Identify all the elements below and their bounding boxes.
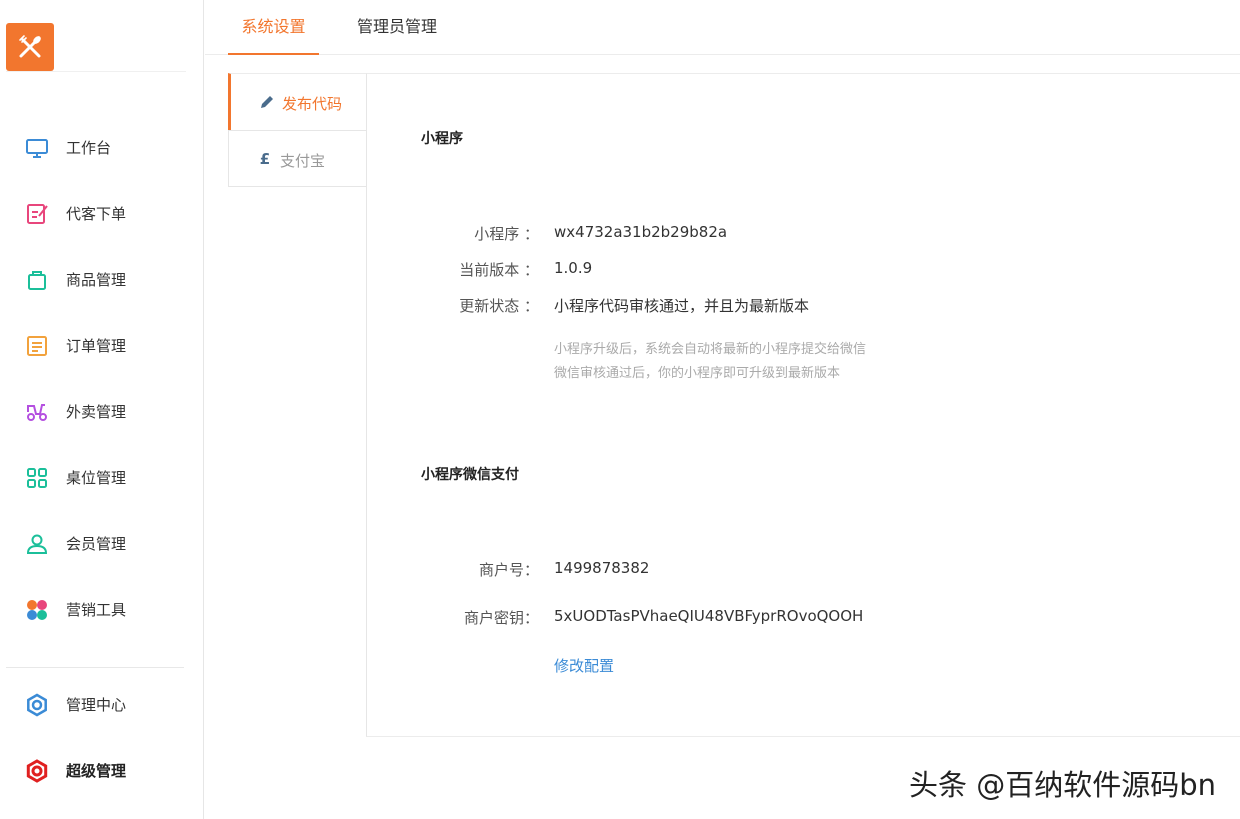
merchant-key-label: 商户密钥： [463,609,539,627]
bag-icon [25,268,49,292]
sidebar-item-tables[interactable]: 桌位管理 [0,457,203,497]
watermark: 头条 @百纳软件源码bn [908,768,1216,802]
subtab-publish-code[interactable]: 发布代码 [228,73,367,130]
flower-icon [25,598,49,622]
sidebar-item-orders[interactable]: 订单管理 [0,325,203,365]
sidebar-item-label: 订单管理 [66,337,127,355]
subtab-label: 支付宝 [280,152,326,170]
merchant-id-label: 商户号： [478,561,539,579]
appid-label: 小程序 ： [474,225,539,243]
upgrade-hint-line1: 小程序升级后，系统会自动将最新的小程序提交给微信 [554,342,867,357]
version-label: 当前版本 ： [459,261,539,279]
sidebar-item-label: 代客下单 [66,205,127,223]
version-value: 1.0.9 [554,259,593,277]
section-title-wechat-pay: 小程序微信支付 [421,467,519,483]
appid-value: wx4732a31b2b29b82a [554,223,728,241]
tab-admin-management[interactable]: 管理员管理 [353,13,441,55]
status-label: 更新状态 ： [459,297,539,315]
sidebar-item-label: 管理中心 [66,696,127,714]
edit-form-icon [25,202,49,226]
sidebar-item-label: 桌位管理 [66,469,127,487]
sub-tab-list: 发布代码 £ 支付宝 [228,73,367,187]
sidebar-item-members[interactable]: 会员管理 [0,523,203,563]
sidebar-item-label: 会员管理 [66,535,127,553]
sidebar-item-management-center[interactable]: 管理中心 [0,684,203,724]
edit-config-link[interactable]: 修改配置 [554,655,614,676]
sidebar-item-label: 营销工具 [66,601,127,619]
pencil-icon [258,93,276,111]
scooter-icon [25,400,49,424]
upgrade-hint-line2: 微信审核通过后，你的小程序即可升级到最新版本 [554,366,841,381]
sidebar-divider [6,667,184,668]
user-icon [25,532,49,556]
section-title-miniprogram: 小程序 [421,131,463,147]
sidebar-item-super-admin[interactable]: 超级管理 [0,750,203,790]
sidebar-item-label: 工作台 [66,139,112,157]
monitor-icon [25,136,49,160]
sidebar-item-marketing[interactable]: 营销工具 [0,589,203,629]
tab-system-settings[interactable]: 系统设置 [228,13,319,55]
gear-icon [25,759,49,783]
pound-icon: £ [259,150,271,168]
top-tab-bar: 系统设置 管理员管理 [205,0,1240,55]
grid-icon [25,466,49,490]
subtab-label: 发布代码 [282,95,343,113]
sidebar-item-label: 外卖管理 [66,403,127,421]
merchant-id-value: 1499878382 [554,559,650,577]
gear-icon [25,693,49,717]
sidebar: 工作台 代客下单 商品管理 订单管理 外卖管理 桌位管理 会员管理 营销工具 管… [0,0,204,819]
subtab-alipay[interactable]: £ 支付宝 [228,130,367,187]
logo[interactable] [6,23,54,71]
sidebar-item-label: 商品管理 [66,271,127,289]
logo-divider [6,71,186,72]
sidebar-item-delivery[interactable]: 外卖管理 [0,391,203,431]
settings-panel: 小程序 小程序 ： wx4732a31b2b29b82a 当前版本 ： 1.0.… [366,73,1240,737]
list-icon [25,334,49,358]
sidebar-item-workbench[interactable]: 工作台 [0,127,203,167]
sidebar-item-label: 超级管理 [66,762,127,780]
merchant-key-value: 5xUODTasPVhaeQIU48VBFyprROvoQOOH [554,607,864,625]
sidebar-item-place-order[interactable]: 代客下单 [0,193,203,233]
fork-knife-icon [19,35,41,58]
sidebar-item-products[interactable]: 商品管理 [0,259,203,299]
status-value: 小程序代码审核通过，并且为最新版本 [554,297,810,315]
